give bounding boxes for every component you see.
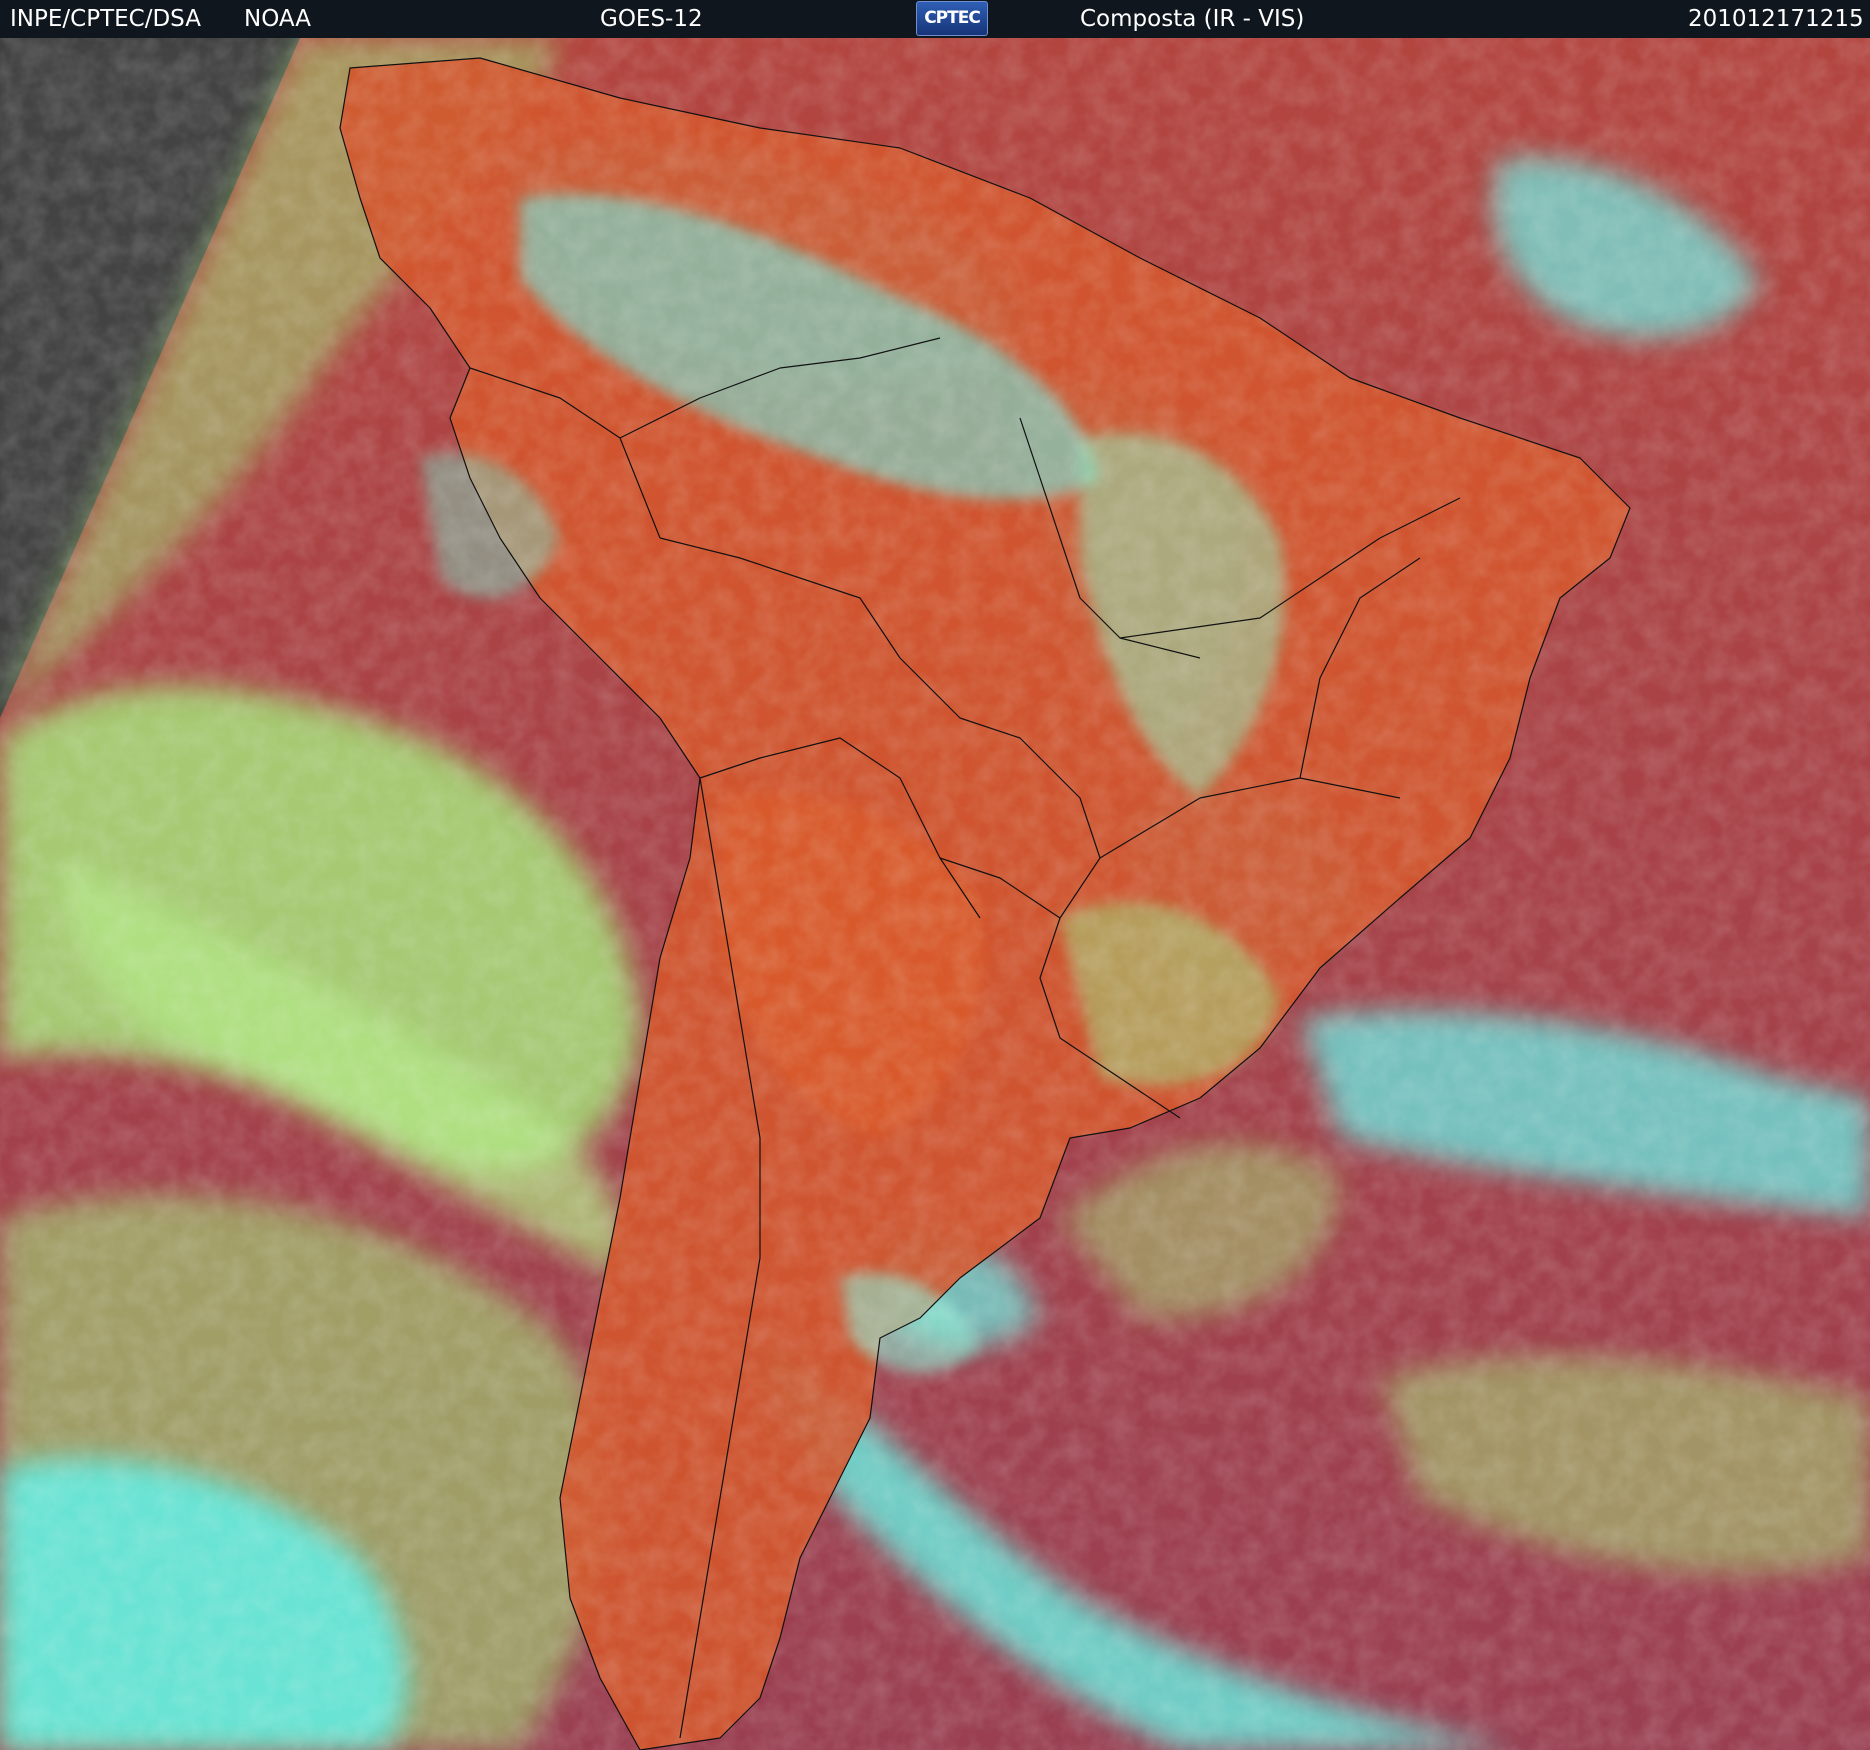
satellite-label: GOES-12	[600, 6, 703, 32]
image-header-bar: INPE/CPTEC/DSA NOAA GOES-12 CPTEC Compos…	[0, 0, 1870, 38]
satellite-image-viewer: INPE/CPTEC/DSA NOAA GOES-12 CPTEC Compos…	[0, 0, 1870, 1750]
cloud-texture-overlay	[0, 38, 1870, 1750]
cptec-logo: CPTEC	[916, 1, 988, 36]
satellite-composite-image	[0, 38, 1870, 1750]
timestamp-label: 201012171215	[1688, 6, 1864, 32]
composite-imagery-svg	[0, 38, 1870, 1750]
cptec-logo-text: CPTEC	[924, 8, 981, 28]
agency-label: INPE/CPTEC/DSA	[10, 6, 201, 32]
product-label: Composta (IR - VIS)	[1080, 6, 1305, 32]
source-label: NOAA	[244, 6, 312, 32]
